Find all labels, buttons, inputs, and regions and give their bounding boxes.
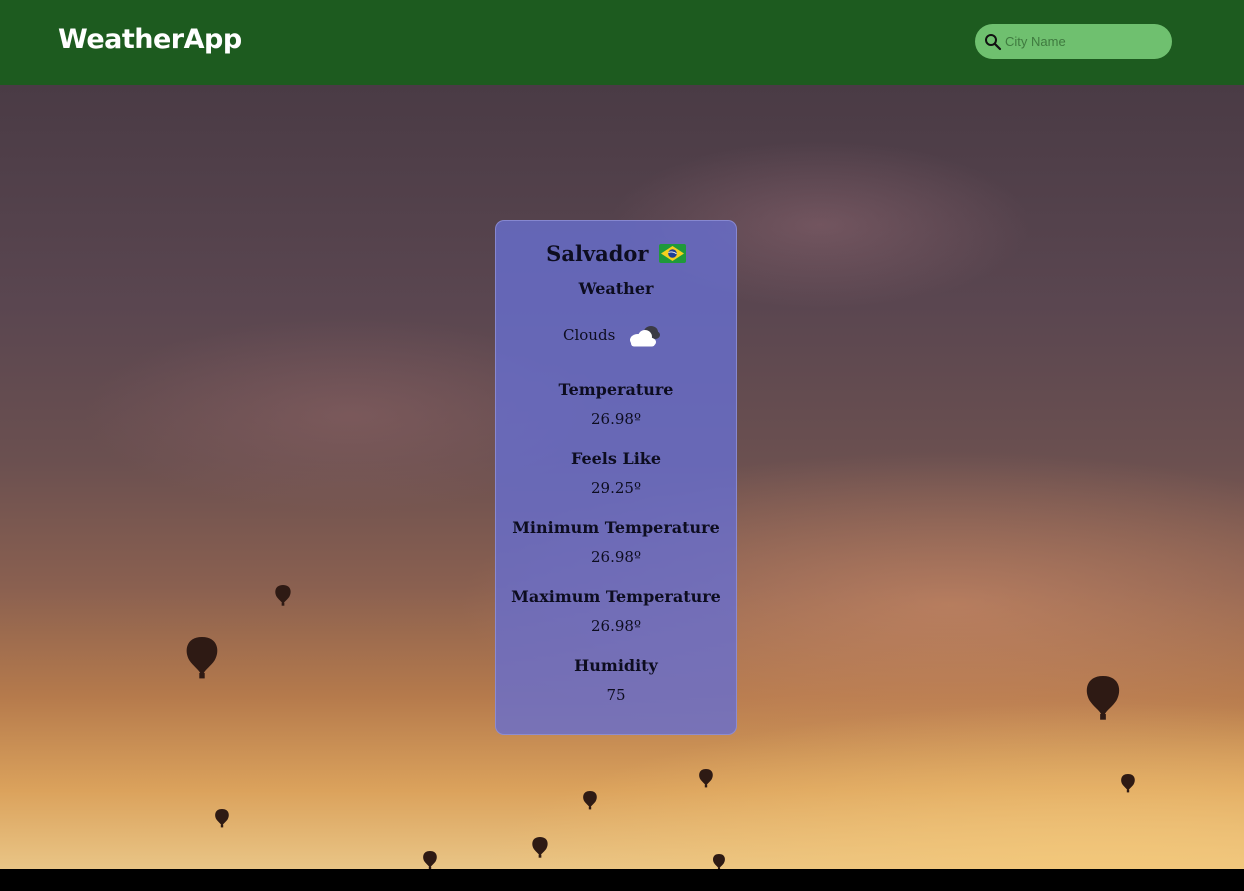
temperature-label: Temperature <box>558 380 674 399</box>
min-temp-label: Minimum Temperature <box>512 518 720 537</box>
brazil-flag-icon <box>658 244 686 263</box>
humidity-value: 75 <box>606 686 626 704</box>
max-temp-value: 26.98º <box>591 617 641 635</box>
condition-row: Clouds <box>496 321 736 351</box>
app-logo[interactable]: WeatherApp <box>58 24 242 55</box>
feels-like-value: 29.25º <box>591 479 641 497</box>
min-temp-value: 26.98º <box>591 548 641 566</box>
weather-card: Salvador Weather Clouds Temperature 26.9… <box>495 220 737 735</box>
city-search-input[interactable] <box>1005 24 1165 59</box>
search-icon[interactable] <box>984 33 1002 51</box>
max-temp-label: Maximum Temperature <box>511 587 721 606</box>
temperature-value: 26.98º <box>591 410 641 428</box>
search-box[interactable] <box>975 24 1172 59</box>
city-title: Salvador <box>496 241 736 266</box>
feels-like-label: Feels Like <box>570 449 662 468</box>
app-header: WeatherApp <box>0 0 1244 85</box>
weather-label: Weather <box>578 279 654 298</box>
cloudy-icon <box>630 326 660 347</box>
condition-text: Clouds <box>563 326 616 344</box>
city-name: Salvador <box>546 241 649 266</box>
bottom-bar <box>0 869 1244 891</box>
humidity-label: Humidity <box>574 656 658 675</box>
